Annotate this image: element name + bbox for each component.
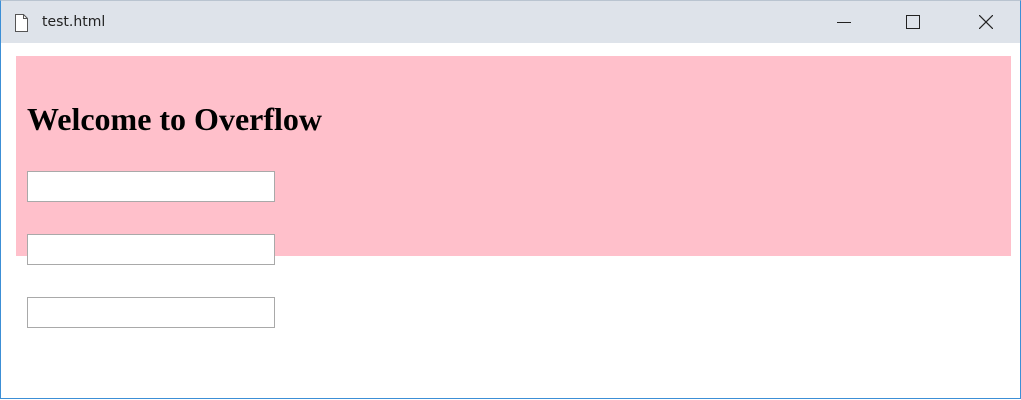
maximize-icon (906, 15, 920, 29)
pink-banner (16, 56, 1011, 256)
page-heading: Welcome to Overflow (27, 101, 322, 137)
minimize-icon (837, 15, 851, 29)
maximize-button[interactable] (890, 1, 936, 43)
title-bar[interactable]: test.html (1, 1, 1020, 43)
browser-window: test.html Welcome to Overflow (0, 0, 1021, 399)
document-icon (14, 14, 29, 32)
close-button[interactable] (963, 1, 1009, 43)
text-input-2[interactable] (27, 234, 275, 265)
text-input-1[interactable] (27, 171, 275, 202)
text-input-3[interactable] (27, 297, 275, 328)
minimize-button[interactable] (821, 1, 867, 43)
page-content: Welcome to Overflow (1, 43, 1020, 398)
window-title: test.html (42, 14, 106, 30)
close-icon (979, 15, 993, 29)
